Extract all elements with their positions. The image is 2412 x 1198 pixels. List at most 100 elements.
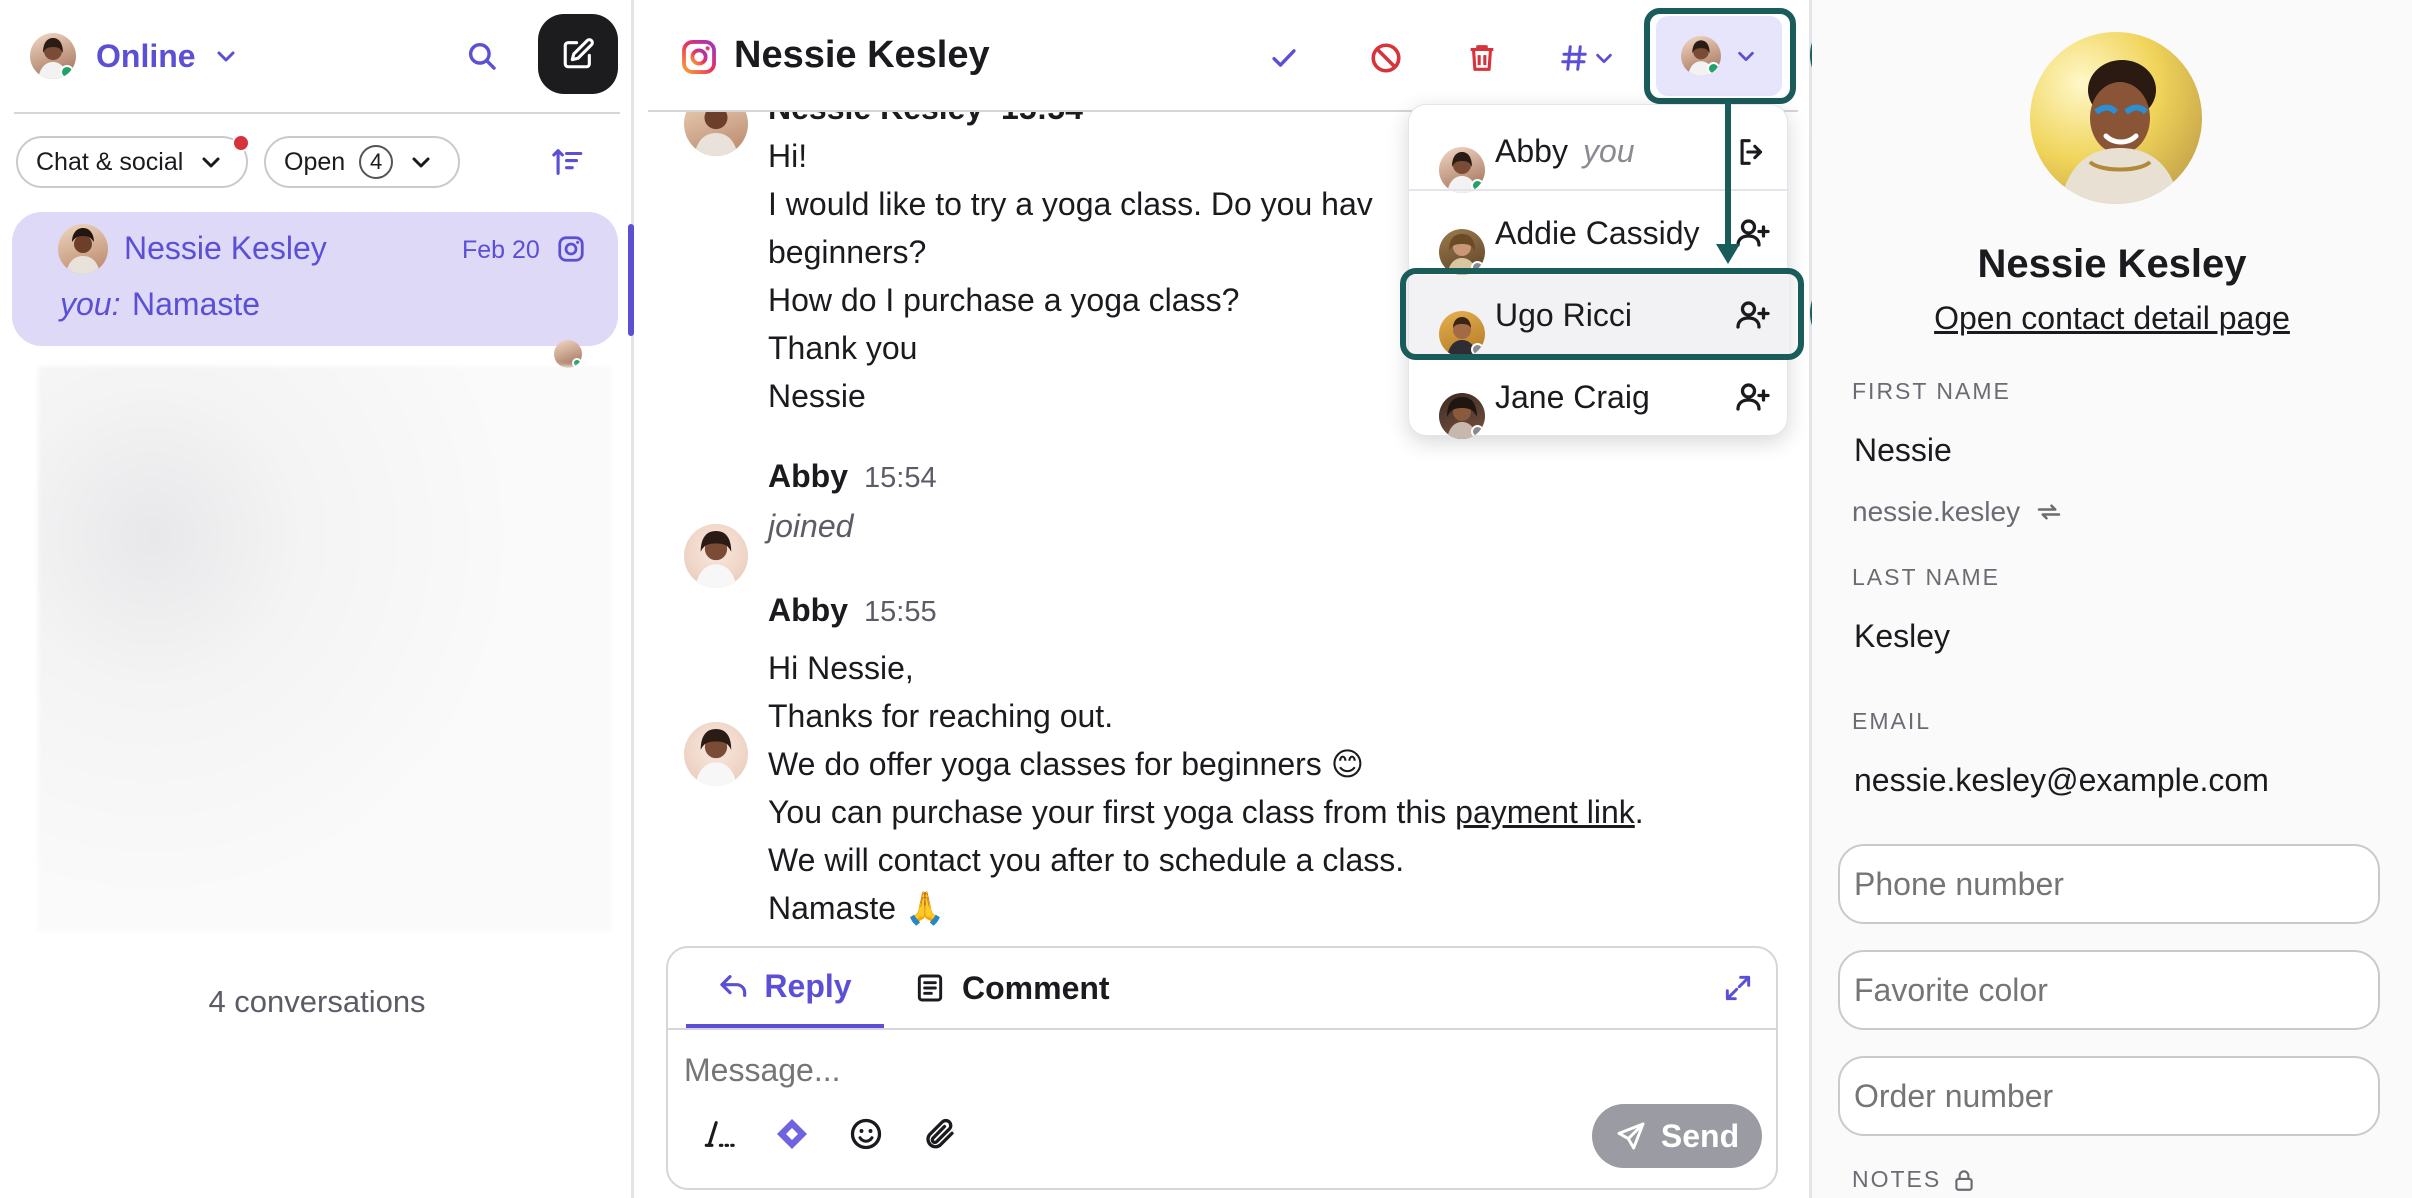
message-line: We will contact you after to schedule a … — [768, 842, 1405, 878]
composer-toolbar — [702, 1116, 958, 1152]
order-number-field[interactable] — [1838, 1056, 2380, 1136]
message-line: Thanks for reaching out. — [768, 698, 1114, 734]
event-text: joined — [768, 508, 854, 544]
channel-filter-label: Chat & social — [36, 147, 184, 176]
emoji-icon[interactable] — [848, 1116, 884, 1152]
phone-number-field[interactable] — [1838, 844, 2380, 924]
contact-avatar — [58, 224, 108, 274]
delete-button[interactable] — [1454, 30, 1510, 86]
message-line: Thank you — [768, 330, 918, 366]
trash-icon — [1470, 45, 1494, 71]
comment-tab-label: Comment — [962, 969, 1110, 1006]
conversation-count: 4 conversations — [208, 984, 426, 1019]
contact-photo — [2030, 32, 2202, 204]
status-filter[interactable]: Open 4 — [264, 136, 460, 188]
chat-contact-name: Nessie Kesley — [734, 34, 990, 76]
search-icon — [468, 42, 496, 70]
assignee-avatar — [554, 340, 582, 368]
status-filter-label: Open — [284, 147, 346, 176]
first-name-value[interactable]: Nessie — [1854, 432, 1952, 469]
message-line: beginners? — [768, 234, 927, 270]
agent-avatar — [1439, 147, 1485, 193]
online-dot — [60, 65, 74, 79]
assign-option-name: Addie Cassidy — [1495, 215, 1700, 251]
divider — [14, 112, 620, 114]
favorite-color-field[interactable] — [1838, 950, 2380, 1030]
tab-reply[interactable]: Reply — [686, 948, 884, 1028]
notes-header: NOTES — [1852, 1166, 1977, 1193]
note-icon — [917, 974, 943, 1002]
compose-icon — [563, 38, 594, 69]
sync-icon[interactable] — [2034, 497, 2064, 527]
assign-option-jane[interactable]: Jane Craig — [1409, 357, 1789, 439]
channel-filter[interactable]: Chat & social — [16, 134, 250, 188]
reply-author: Abby — [768, 592, 848, 628]
message-line: Namaste 🙏 — [768, 890, 945, 926]
add-user-icon — [1736, 383, 1770, 411]
block-icon — [1371, 43, 1401, 73]
message-line: How do I purchase a yoga class? — [768, 282, 1240, 318]
check-icon — [1272, 49, 1296, 67]
contact-name: Nessie Kesley — [1977, 242, 2247, 286]
reply-body: Hi Nessie, Thanks for reaching out. We d… — [768, 644, 1644, 932]
chevron-down-icon — [217, 51, 235, 62]
assign-option-name: Jane Craig — [1495, 379, 1650, 415]
tab-comment[interactable]: Comment — [914, 948, 1144, 1028]
assign-option-suffix: you — [1583, 133, 1635, 169]
message-header-partial: Nessie Kesley 15:54 — [768, 112, 1083, 127]
reply-time: 15:55 — [864, 596, 937, 628]
conversation-preview: Namaste — [132, 286, 261, 322]
block-button[interactable] — [1358, 30, 1414, 86]
highlight-box-assignee — [1644, 8, 1796, 104]
agent-avatar — [1439, 393, 1485, 439]
open-count-badge: 4 — [359, 145, 394, 179]
last-name-value[interactable]: Kesley — [1854, 618, 1950, 655]
sort-button[interactable] — [546, 140, 590, 184]
text-format-icon[interactable] — [702, 1117, 736, 1151]
new-conversation-button[interactable] — [538, 14, 618, 94]
reply-tab-label: Reply — [764, 967, 852, 1004]
status-label: Online — [96, 37, 196, 74]
composer: Reply Comment Send — [666, 946, 1778, 1190]
chevron-down-icon — [412, 157, 430, 168]
conversation-name: Nessie Kesley — [124, 230, 327, 266]
expand-icon — [1725, 975, 1751, 1001]
send-label: Send — [1660, 1117, 1740, 1154]
lock-icon — [1955, 1169, 1973, 1191]
handle-value: nessie.kesley — [1852, 496, 2021, 527]
arrow-annotation — [1716, 100, 1740, 264]
attachment-icon[interactable] — [922, 1116, 958, 1152]
email-label: EMAIL — [1852, 708, 1932, 734]
status-selector[interactable]: Online — [30, 30, 238, 82]
highlight-box-ugo — [1400, 268, 1804, 360]
send-button[interactable]: Send — [1592, 1104, 1762, 1168]
tags-dropdown[interactable] — [1552, 30, 1622, 86]
ai-assist-icon[interactable] — [774, 1116, 810, 1152]
contact-details-panel: Nessie Kesley Open contact detail page F… — [1812, 0, 2412, 1198]
message-body: Hi! I would like to try a yoga class. Do… — [768, 132, 1373, 420]
expand-button[interactable] — [1716, 966, 1760, 1010]
payment-link[interactable]: payment link — [1455, 794, 1635, 830]
handle-row: nessie.kesley — [1852, 496, 2064, 528]
blurred-conversations — [38, 366, 612, 932]
search-button[interactable] — [460, 34, 504, 78]
message-line: We do offer yoga classes for beginners 😊 — [768, 746, 1365, 782]
conversation-date: Feb 20 — [462, 236, 540, 264]
email-value[interactable]: nessie.kesley@example.com — [1854, 762, 2269, 799]
message-input[interactable] — [684, 1040, 1754, 1100]
offline-dot — [1471, 425, 1484, 438]
open-contact-link[interactable]: Open contact detail page — [1812, 300, 2412, 337]
conversation-item[interactable]: Nessie Kesley Feb 20 you: Namaste — [12, 212, 618, 368]
reply-icon — [720, 975, 747, 997]
agent-avatar — [684, 524, 748, 588]
message-line-with-link: You can purchase your first yoga class f… — [768, 788, 1644, 836]
last-name-label: LAST NAME — [1852, 564, 2000, 590]
reply-header: Abby 15:55 — [768, 592, 937, 629]
agent-avatar — [684, 722, 748, 786]
agent-avatar — [30, 33, 76, 79]
chevron-down-icon — [1596, 53, 1612, 64]
resolve-button[interactable] — [1256, 30, 1312, 86]
sort-icon — [552, 149, 583, 175]
assign-option-name: Abby — [1495, 133, 1568, 169]
contact-avatar — [684, 112, 748, 156]
